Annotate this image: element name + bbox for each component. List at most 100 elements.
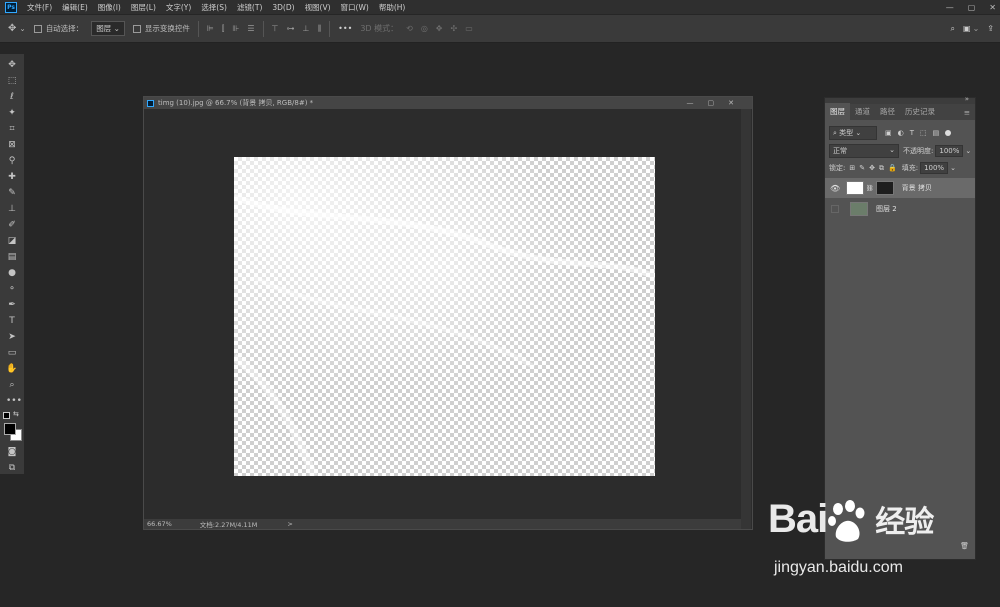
tab-paths[interactable]: 路径 (875, 106, 900, 120)
align-left-icon[interactable]: ⊫ (207, 24, 214, 33)
rectangle-tool-icon[interactable]: ▭ (6, 347, 18, 359)
auto-select-dropdown[interactable]: 图层 ⌄ (91, 21, 125, 36)
doc-maximize-icon[interactable]: ▢ (708, 99, 715, 107)
type-tool-icon[interactable]: T (6, 315, 18, 327)
quick-mask-icon[interactable]: ◙ (6, 446, 18, 458)
align-bottom-icon[interactable]: ⊥ (303, 24, 310, 33)
lock-position-icon[interactable]: ✥ (869, 164, 875, 172)
fill-field[interactable]: 100% (920, 162, 949, 174)
history-brush-tool-icon[interactable]: ✐ (6, 219, 18, 231)
workspace-icon[interactable]: ▣ (963, 24, 971, 33)
layer-row[interactable]: 👁 ⛓ 背景 拷贝 (825, 178, 975, 198)
align-right-icon[interactable]: ⊪ (232, 24, 239, 33)
menu-select[interactable]: 选择(S) (201, 2, 227, 13)
fill-chevron-icon[interactable]: ⌄ (950, 164, 956, 172)
vertical-scrollbar[interactable] (741, 109, 751, 529)
pan-3d-icon[interactable]: ✥ (436, 24, 443, 33)
show-transform-checkbox[interactable]: 显示变换控件 (132, 23, 190, 34)
auto-select-checkbox[interactable]: 自动选择： (33, 23, 83, 34)
share-icon[interactable]: ⇪ (987, 24, 994, 33)
menu-view[interactable]: 视图(V) (305, 2, 331, 13)
zoom-level[interactable]: 66.67% (147, 520, 172, 528)
lock-transparent-icon[interactable]: ⊞ (849, 164, 855, 172)
align-center-icon[interactable]: ⫿ (222, 24, 225, 34)
visibility-eye-icon[interactable] (831, 205, 839, 213)
maximize-icon[interactable]: ▢ (968, 3, 976, 12)
document-title-bar[interactable]: timg (10).jpg @ 66.7% (背景 拷贝, RGB/8#) * (144, 97, 752, 109)
move-tool-icon[interactable]: ✥ (6, 59, 18, 71)
tab-history[interactable]: 历史记录 (900, 106, 940, 120)
layer-row[interactable]: 图层 2 (825, 199, 975, 219)
shape-filter-icon[interactable]: ⬚ (920, 129, 927, 137)
lock-image-icon[interactable]: ✎ (859, 164, 865, 172)
search-icon[interactable]: ⌕ (951, 24, 955, 34)
align-top-icon[interactable]: ⊤ (272, 24, 279, 33)
workspace-chevron-icon[interactable]: ⌄ (973, 24, 980, 33)
filter-kind-dropdown[interactable]: ⌕ 类型 ⌄ (829, 126, 877, 140)
layer-mask-thumbnail[interactable] (875, 181, 894, 195)
distribute-vertical-icon[interactable]: ⫼ (317, 24, 321, 34)
healing-brush-tool-icon[interactable]: ✚ (6, 171, 18, 183)
menu-window[interactable]: 窗口(W) (341, 2, 369, 13)
opacity-field[interactable]: 100% (935, 145, 964, 157)
minimize-icon[interactable]: — (946, 3, 954, 12)
tool-preset-chevron-icon[interactable]: ⌄ (19, 24, 25, 33)
roll-3d-icon[interactable]: ◎ (421, 24, 428, 33)
visibility-eye-icon[interactable]: 👁 (830, 184, 840, 193)
menu-layer[interactable]: 图层(L) (131, 2, 156, 13)
swap-colors-icon[interactable]: ⇆ (13, 410, 19, 418)
crop-tool-icon[interactable]: ⌗ (6, 123, 18, 135)
tab-layers[interactable]: 图层 (825, 103, 850, 120)
foreground-color-swatch[interactable] (4, 423, 16, 435)
menu-3d[interactable]: 3D(D) (272, 3, 294, 12)
distribute-icon[interactable]: ☰ (247, 24, 254, 33)
orbit-3d-icon[interactable]: ⟲ (406, 24, 413, 33)
tab-channels[interactable]: 通道 (850, 106, 875, 120)
dodge-tool-icon[interactable]: ⚬ (6, 283, 18, 295)
lock-all-icon[interactable]: 🔒 (888, 164, 897, 172)
default-colors-icon[interactable] (3, 412, 10, 419)
menu-edit[interactable]: 编辑(E) (62, 2, 88, 13)
move-tool-icon[interactable]: ✥ (8, 23, 16, 34)
doc-minimize-icon[interactable]: — (687, 99, 694, 107)
lasso-tool-icon[interactable]: ℓ (6, 91, 18, 103)
type-filter-icon[interactable]: T (910, 129, 914, 137)
close-icon[interactable]: ✕ (989, 3, 996, 12)
collapse-panel-icon[interactable]: » (965, 95, 969, 103)
frame-tool-icon[interactable]: ⊠ (6, 139, 18, 151)
menu-file[interactable]: 文件(F) (27, 2, 52, 13)
clone-stamp-tool-icon[interactable]: ⊥ (6, 203, 18, 215)
smart-object-filter-icon[interactable]: ▤ (933, 129, 940, 137)
slide-3d-icon[interactable]: ✣ (451, 24, 458, 33)
doc-close-icon[interactable]: ✕ (728, 99, 734, 107)
brush-tool-icon[interactable]: ✎ (6, 187, 18, 199)
screen-mode-icon[interactable]: ⧉ (6, 462, 18, 474)
adjustment-filter-icon[interactable]: ◐ (898, 129, 904, 137)
filter-toggle-icon[interactable] (945, 130, 952, 136)
scale-3d-icon[interactable]: ▭ (465, 24, 473, 33)
menu-type[interactable]: 文字(Y) (166, 2, 191, 13)
magic-wand-tool-icon[interactable]: ✦ (6, 107, 18, 119)
align-middle-icon[interactable]: ⊶ (287, 24, 295, 33)
path-selection-tool-icon[interactable]: ➤ (6, 331, 18, 343)
menu-image[interactable]: 图像(I) (98, 2, 121, 13)
blur-tool-icon[interactable]: ● (6, 267, 18, 279)
canvas-transparent-layer[interactable] (234, 157, 655, 476)
opacity-chevron-icon[interactable]: ⌄ (965, 147, 971, 155)
menu-help[interactable]: 帮助(H) (379, 2, 406, 13)
hand-tool-icon[interactable]: ✋ (6, 363, 18, 375)
marquee-tool-icon[interactable]: ⬚ (6, 75, 18, 87)
more-options-icon[interactable]: ••• (338, 24, 352, 33)
pixel-filter-icon[interactable]: ▣ (885, 129, 892, 137)
eyedropper-tool-icon[interactable]: ⚲ (6, 155, 18, 167)
status-menu-arrow-icon[interactable]: > (287, 520, 292, 528)
eraser-tool-icon[interactable]: ◪ (6, 235, 18, 247)
panel-menu-icon[interactable]: ≡ (959, 108, 975, 120)
pen-tool-icon[interactable]: ✒ (6, 299, 18, 311)
lock-artboard-icon[interactable]: ⧉ (879, 164, 884, 173)
blend-mode-dropdown[interactable]: 正常 ⌄ (829, 144, 899, 158)
menu-filter[interactable]: 滤镜(T) (237, 2, 262, 13)
gradient-tool-icon[interactable]: ▤ (6, 251, 18, 263)
zoom-tool-icon[interactable]: ⌕ (6, 379, 18, 391)
edit-toolbar-icon[interactable]: ••• (6, 395, 22, 407)
